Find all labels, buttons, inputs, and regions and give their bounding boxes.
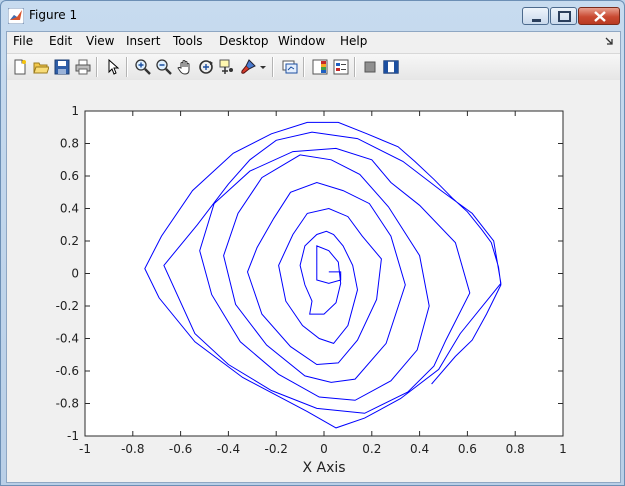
menu-view[interactable]: View (86, 34, 114, 48)
y-tick-label: 0.4 (60, 202, 79, 216)
zoom-in-button[interactable] (133, 57, 153, 77)
open-file-icon (33, 62, 49, 74)
figure-canvas: -1 -0.8 -0.6 -0.4 -0.2 0 0.2 0.4 0.6 0.8 1 -1 -0.8-… (7, 80, 620, 482)
zoom-out-icon (156, 59, 172, 75)
y-tick-label: 0.6 (60, 169, 79, 183)
y-tick-label: 1 (71, 104, 79, 118)
x-tick-label: 0.4 (410, 442, 429, 456)
pan-button[interactable] (175, 57, 195, 77)
title-bar[interactable]: Figure 1 (1, 1, 624, 31)
toolbar-separator (354, 57, 356, 77)
maximize-button[interactable] (550, 7, 577, 25)
x-tick-label: 0 (320, 442, 328, 456)
x-tick-label: -0.8 (121, 442, 144, 456)
hide-plot-tools-icon (364, 61, 376, 73)
pan-icon (177, 60, 190, 75)
show-plot-tools-button[interactable] (381, 57, 401, 77)
minimize-icon (532, 19, 541, 22)
axes-box[interactable] (84, 110, 564, 437)
x-tick-label: -0.2 (264, 442, 287, 456)
legend-icon (333, 59, 349, 75)
y-tick-labels: -1 -0.8 -0.6 -0.4 -0.2 0 0.2 0.4 0.6 0.8 1 (56, 104, 79, 443)
data-cursor-icon (219, 59, 233, 74)
matlab-logo-icon (8, 8, 24, 24)
brush-dropdown-button[interactable] (257, 57, 267, 77)
data-cursor-button[interactable] (217, 57, 237, 77)
x-tick-label: 0.6 (458, 442, 477, 456)
y-tick-label: -0.8 (56, 397, 79, 411)
x-tick-label: -0.4 (217, 442, 240, 456)
insert-legend-button[interactable] (331, 57, 351, 77)
minimize-button[interactable] (522, 7, 549, 25)
open-file-button[interactable] (31, 57, 51, 77)
toolbar-separator (96, 57, 98, 77)
x-tick-label: -0.6 (169, 442, 192, 456)
maximize-icon (558, 11, 571, 22)
y-tick-label: -0.2 (56, 299, 79, 313)
x-tick-label: 0.8 (506, 442, 525, 456)
menu-tools[interactable]: Tools (173, 34, 203, 48)
menu-window[interactable]: Window (278, 34, 325, 48)
link-plot-icon (282, 60, 298, 74)
y-tick-label: -0.4 (56, 332, 79, 346)
rotate-3d-button[interactable] (196, 57, 216, 77)
rotate-3d-icon (199, 60, 213, 74)
figure-window: Figure 1 File Edit View Insert Tools Des… (0, 0, 625, 486)
toolbar-separator (303, 57, 305, 77)
menu-file[interactable]: File (13, 34, 33, 48)
window-title: Figure 1 (29, 8, 78, 22)
print-button[interactable] (73, 57, 93, 77)
print-icon (75, 59, 91, 75)
close-button[interactable] (578, 7, 620, 25)
show-plot-tools-icon (383, 60, 399, 74)
zoom-out-button[interactable] (154, 57, 174, 77)
new-figure-icon (14, 59, 26, 75)
dock-arrow-icon[interactable] (604, 36, 614, 46)
toolbar-separator (272, 57, 274, 77)
menu-bar: File Edit View Insert Tools Desktop Wind… (7, 32, 620, 52)
y-tick-label: 0.2 (60, 234, 79, 248)
brush-button[interactable] (238, 57, 258, 77)
toolbar-separator (126, 57, 128, 77)
new-figure-button[interactable] (10, 57, 30, 77)
y-tick-label: 0.8 (60, 137, 79, 151)
menu-help[interactable]: Help (340, 34, 367, 48)
y-tick-label: -0.6 (56, 364, 79, 378)
x-tick-label: -1 (79, 442, 91, 456)
colorbar-icon (312, 59, 328, 75)
menu-insert[interactable]: Insert (126, 34, 160, 48)
edit-plot-icon (108, 59, 120, 75)
y-tick-label: -1 (67, 429, 79, 443)
x-tick-label: 0.2 (362, 442, 381, 456)
insert-colorbar-button[interactable] (310, 57, 330, 77)
menu-edit[interactable]: Edit (49, 34, 72, 48)
chevron-down-icon (260, 66, 266, 69)
x-tick-labels: -1 -0.8 -0.6 -0.4 -0.2 0 0.2 0.4 0.6 0.8 1 (79, 442, 567, 456)
zoom-in-icon (135, 59, 151, 75)
save-icon (54, 59, 70, 75)
x-tick-label: 1 (559, 442, 567, 456)
plot-area[interactable]: -1-0.8-0.6-0.4-0.200.20.40.60.81 -1 -0.8-… (7, 80, 620, 482)
menu-desktop[interactable]: Desktop (219, 34, 269, 48)
brush-icon (241, 59, 256, 74)
x-axis-label: X Axis (302, 460, 345, 476)
link-plot-button[interactable] (280, 57, 300, 77)
close-icon (594, 11, 606, 22)
y-tick-label: 0 (71, 267, 79, 281)
figure-toolbar (7, 53, 620, 81)
client-area: File Edit View Insert Tools Desktop Wind… (6, 31, 621, 483)
save-button[interactable] (52, 57, 72, 77)
hide-plot-tools-button[interactable] (360, 57, 380, 77)
edit-plot-button[interactable] (103, 57, 123, 77)
